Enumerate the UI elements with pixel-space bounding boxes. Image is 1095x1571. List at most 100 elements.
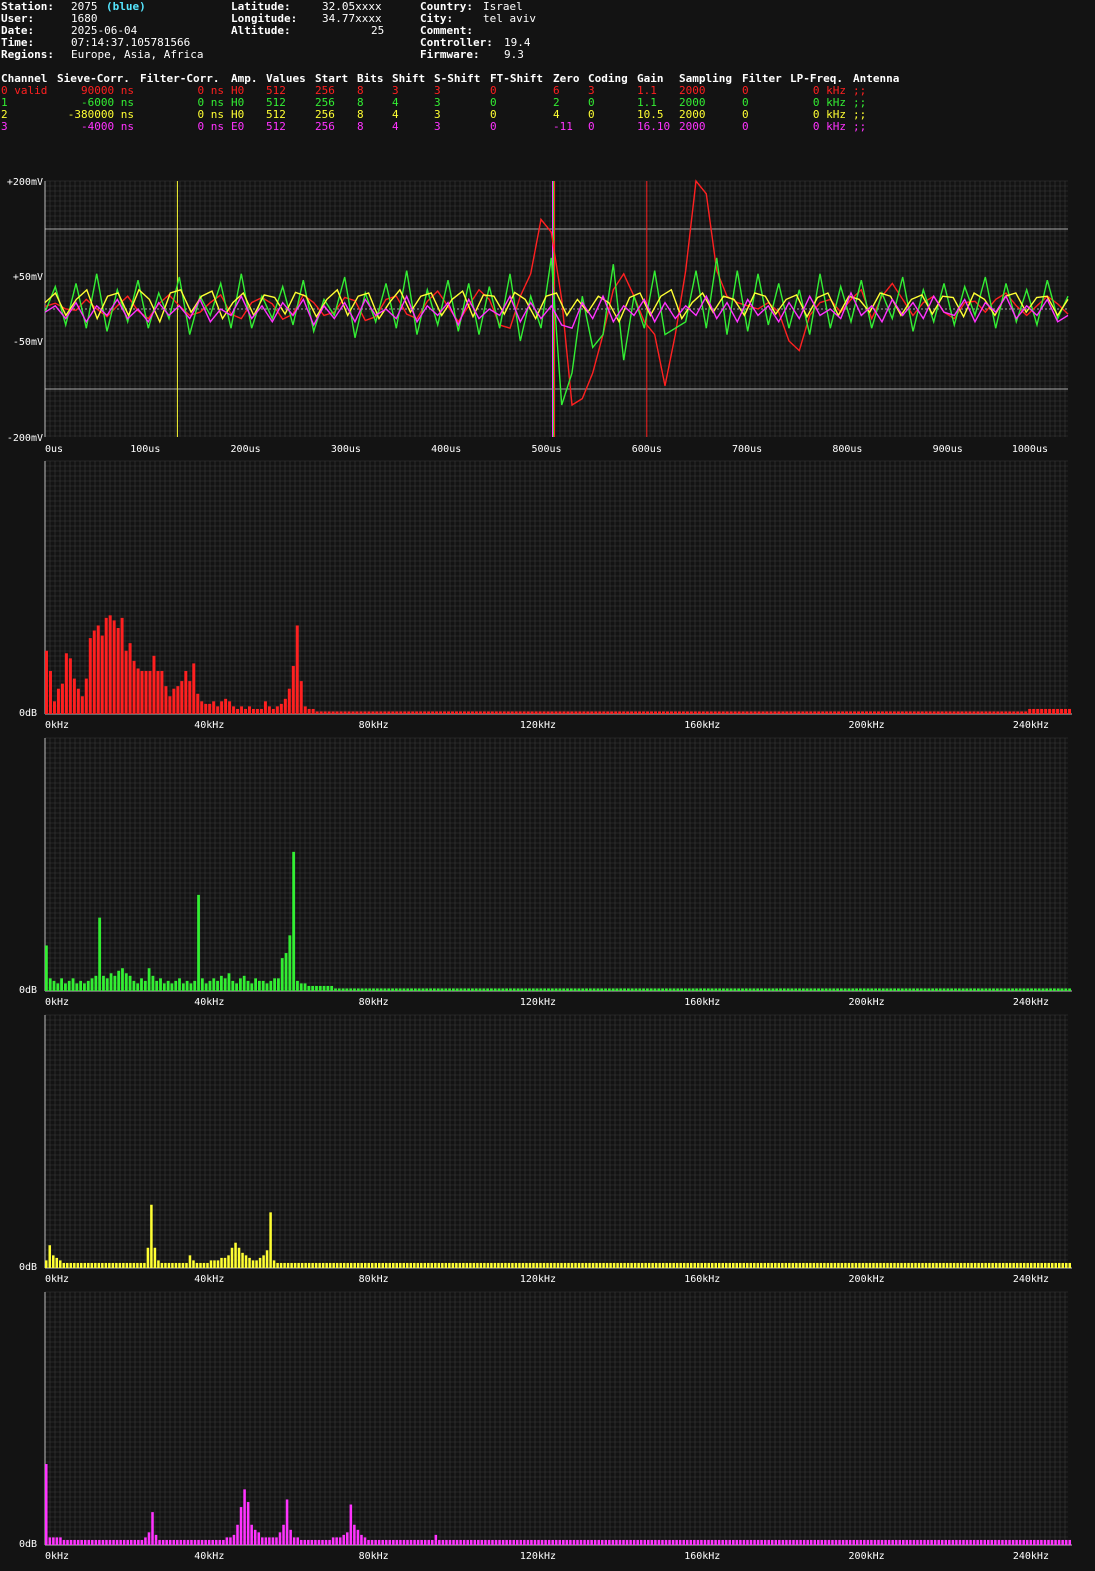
spectrum-bar (638, 988, 642, 991)
spectrum-bar (317, 1539, 321, 1545)
spectrum-bar (490, 711, 494, 714)
spectrum-bar (111, 1262, 115, 1268)
spectrum-bar (988, 988, 992, 991)
spectrum-bar (739, 1262, 742, 1268)
spectrum-bar (626, 988, 630, 991)
spectrum-bar (1003, 988, 1007, 991)
spectrum-bar (501, 1539, 505, 1545)
spectrum-bar (321, 1262, 325, 1268)
spectrum-bar (821, 711, 825, 714)
spectrum-bar (52, 980, 56, 991)
spectrum-bar (108, 1262, 111, 1268)
spectrum-bar (346, 1532, 349, 1545)
spectrum-bar (322, 985, 326, 991)
spectrum-bar (928, 1262, 931, 1268)
spectrum-bar (535, 988, 539, 991)
spectrum-bar (360, 1534, 363, 1545)
spectrum-bar (813, 1539, 817, 1545)
spectrum-bar (349, 1504, 353, 1545)
spectrum-bar (644, 1262, 647, 1268)
spectrum-bar (216, 706, 220, 714)
spectrum-bar (865, 711, 868, 714)
spectrum-bar (693, 711, 697, 714)
spectrum-bar (479, 1262, 483, 1268)
spectrum-bar (451, 1262, 455, 1268)
spectrum-bar (957, 988, 961, 991)
spectrum-bar (200, 701, 204, 714)
spectrum-bar (441, 1539, 445, 1545)
spectrum-bar (826, 1262, 830, 1268)
spectrum-bar (379, 988, 383, 991)
spectrum-bar (654, 1262, 658, 1268)
spectrum-bar (732, 1262, 735, 1268)
spectrum-bar (1022, 988, 1026, 991)
spectrum-bar (760, 1539, 763, 1545)
spectrum-bar (546, 711, 550, 714)
spectrum-bar (367, 711, 371, 714)
spectrum-bar (980, 1262, 984, 1268)
spectrum-bar (56, 688, 60, 714)
spectrum-bar (853, 711, 857, 714)
spectrum-bar (204, 1539, 207, 1545)
spectrum-bar (176, 1539, 179, 1545)
spectrum-bar (894, 1539, 898, 1545)
spectrum-bar (144, 670, 148, 714)
spectrum-bar (139, 1262, 143, 1268)
spectrum-bar (193, 980, 197, 991)
spectrum-bar (965, 1539, 969, 1545)
spectrum-bar (760, 1262, 763, 1268)
spectrum-bar (497, 1262, 500, 1268)
spectrum-bar (765, 711, 769, 714)
spectrum-bar (438, 1539, 441, 1545)
spectrum-bar (436, 988, 440, 991)
spectrum-bar (431, 1539, 434, 1545)
spectrum-bar (342, 1534, 346, 1545)
spectrum-bar (1008, 1539, 1011, 1545)
spectrum-bar (1024, 711, 1028, 714)
spectrum-bar (413, 988, 417, 991)
spectrum-bar (725, 711, 729, 714)
spectrum-bar (618, 711, 622, 714)
spectrum-bar (1015, 1262, 1019, 1268)
spectrum-bar (586, 711, 590, 714)
spectrum-bar (799, 1539, 802, 1545)
spectrum-bar (381, 1539, 384, 1545)
spectrum-bar (992, 711, 996, 714)
spectrum-bar (232, 706, 236, 714)
spectrum-bar (255, 708, 259, 714)
spectrum-bar (319, 711, 323, 714)
spectrum-bar (119, 1539, 122, 1545)
spectrum-bar (476, 1262, 479, 1268)
spectrum-bar (565, 1539, 569, 1545)
spectrum-bar (423, 1262, 427, 1268)
spectrum-bar (371, 711, 375, 714)
spectrum-bar (462, 711, 466, 714)
spectrum-bar (79, 980, 83, 991)
spectrum-bar (742, 1262, 746, 1268)
spectrum-bar (994, 1539, 997, 1545)
spectrum-bar (619, 988, 623, 991)
x-tick-label: 300us (331, 444, 361, 455)
spectrum-bar (299, 681, 303, 714)
spectrum-bar (912, 1539, 916, 1545)
spectrum-bar (388, 1262, 392, 1268)
spectrum-bar (283, 698, 287, 714)
spectrum-bar (283, 1262, 286, 1268)
spectrum-bar (383, 711, 387, 714)
spectrum-bar (80, 1539, 83, 1545)
spectrum-bar (1033, 1539, 1036, 1545)
spectrum-bar (841, 711, 845, 714)
spectrum-bar (728, 1539, 732, 1545)
spectrum-bar (819, 1262, 823, 1268)
spectrum-bar (500, 1262, 504, 1268)
spectrum-bar (379, 711, 383, 714)
spectrum-bar (544, 1539, 547, 1545)
spectrum-bar (423, 1539, 427, 1545)
spectrum-bar (125, 1262, 129, 1268)
spectrum-bar (466, 711, 470, 714)
spectrum-bar (455, 988, 459, 991)
spectrum-bar (112, 1539, 115, 1545)
oscilloscope-figure: +200mV +50mV -50mV -200mV0us 100us 200us 300us… (7, 177, 1072, 1562)
spectrum-bar (395, 1539, 399, 1545)
spectrum-bar (391, 711, 395, 714)
